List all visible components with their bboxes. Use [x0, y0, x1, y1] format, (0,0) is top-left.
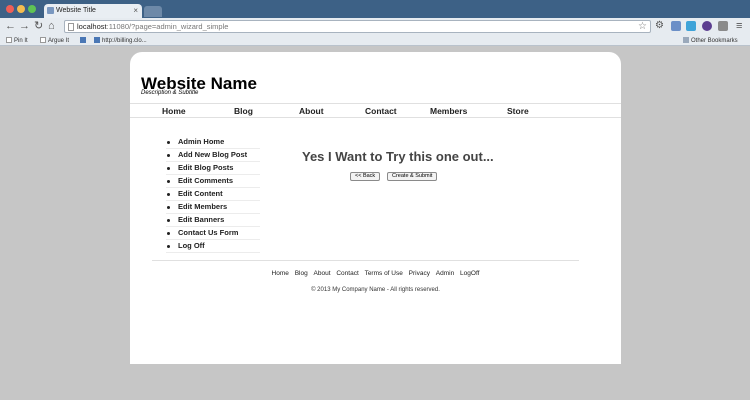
footer-link-terms[interactable]: Terms of Use — [365, 270, 403, 277]
footer-divider — [152, 260, 579, 261]
w-icon — [80, 37, 86, 43]
bullet-icon — [167, 180, 170, 183]
admin-menu-item[interactable]: Edit Members — [166, 201, 260, 214]
main-nav: Home Blog About Contact Members Store — [130, 103, 621, 118]
create-submit-button[interactable]: Create & Submit — [387, 172, 438, 181]
bullet-icon — [167, 232, 170, 235]
bookmark-item[interactable] — [80, 37, 88, 45]
footer-link-admin[interactable]: Admin — [436, 270, 454, 277]
url-path: :11080/?page=admin_wizard_simple — [106, 22, 229, 31]
folder-icon — [683, 37, 689, 43]
footer-nav: Home Blog About Contact Terms of Use Pri… — [130, 270, 621, 277]
footer-link-home[interactable]: Home — [272, 270, 289, 277]
nav-members[interactable]: Members — [430, 106, 467, 116]
page-icon — [40, 37, 46, 43]
admin-menu-item[interactable]: Edit Comments — [166, 175, 260, 188]
tab-close-icon[interactable]: × — [133, 6, 138, 15]
admin-menu-item[interactable]: Edit Content — [166, 188, 260, 201]
nav-about[interactable]: About — [299, 106, 324, 116]
admin-menu-item[interactable]: Log Off — [166, 240, 260, 253]
page-icon — [68, 23, 74, 31]
bookmark-item[interactable]: http://billing.clo... — [94, 37, 147, 45]
address-bar[interactable]: localhost:11080/?page=admin_wizard_simpl… — [64, 20, 651, 33]
tab-favicon-icon — [47, 7, 54, 14]
admin-menu-item[interactable]: Admin Home — [166, 136, 260, 149]
minimize-icon[interactable] — [17, 5, 25, 13]
other-bookmarks[interactable]: Other Bookmarks — [683, 37, 738, 45]
page-heading: Yes I Want to Try this one out... — [302, 149, 494, 164]
zoom-icon[interactable] — [28, 5, 36, 13]
bullet-icon — [167, 154, 170, 157]
menu-icon[interactable]: ≡ — [736, 20, 742, 32]
close-window-icon[interactable] — [6, 5, 14, 13]
w-icon — [94, 37, 100, 43]
back-icon[interactable]: ← — [5, 20, 16, 32]
copyright-text: © 2013 My Company Name - All rights rese… — [311, 287, 440, 293]
admin-menu-item[interactable]: Edit Blog Posts — [166, 162, 260, 175]
footer-link-privacy[interactable]: Privacy — [409, 270, 430, 277]
page-card: Website Name Description & Subtitle Home… — [130, 52, 621, 364]
browser-toolbar: ← → ↻ ⌂ localhost:11080/?page=admin_wiza… — [0, 18, 750, 35]
bullet-icon — [167, 219, 170, 222]
bookmark-item[interactable]: Argue It — [40, 37, 69, 45]
site-subtitle: Description & Subtitle — [141, 90, 199, 96]
nav-contact[interactable]: Contact — [365, 106, 397, 116]
browser-tab-bar: Website Title × — [0, 0, 750, 18]
extension-icon[interactable] — [718, 21, 728, 31]
nav-blog[interactable]: Blog — [234, 106, 253, 116]
nav-home[interactable]: Home — [162, 106, 186, 116]
bullet-icon — [167, 193, 170, 196]
forward-icon[interactable]: → — [19, 20, 30, 32]
bullet-icon — [167, 141, 170, 144]
footer-link-about[interactable]: About — [314, 270, 331, 277]
home-icon[interactable]: ⌂ — [48, 20, 55, 32]
reload-icon[interactable]: ↻ — [34, 20, 43, 32]
bookmark-star-icon[interactable]: ☆ — [638, 21, 647, 32]
admin-menu-item[interactable]: Add New Blog Post — [166, 149, 260, 162]
footer-link-blog[interactable]: Blog — [295, 270, 308, 277]
nav-store[interactable]: Store — [507, 106, 529, 116]
bullet-icon — [167, 167, 170, 170]
page-icon — [6, 37, 12, 43]
footer-link-contact[interactable]: Contact — [336, 270, 358, 277]
tab-title: Website Title — [56, 7, 96, 14]
new-tab-button[interactable] — [144, 6, 162, 17]
bookmarks-bar: Pin It Argue It http://billing.clo... Ot… — [0, 35, 750, 46]
settings-icon[interactable]: ⚙ — [655, 20, 664, 32]
extension-icon[interactable] — [702, 21, 712, 31]
bullet-icon — [167, 245, 170, 248]
footer-link-logoff[interactable]: LogOff — [460, 270, 479, 277]
admin-menu-item[interactable]: Contact Us Form — [166, 227, 260, 240]
extension-icon[interactable] — [686, 21, 696, 31]
bullet-icon — [167, 206, 170, 209]
extension-icon[interactable] — [671, 21, 681, 31]
url-host: localhost — [77, 22, 107, 31]
back-button[interactable]: << Back — [350, 172, 381, 181]
bookmark-item[interactable]: Pin It — [6, 37, 28, 45]
browser-tab[interactable]: Website Title × — [44, 4, 142, 18]
admin-menu: Admin Home Add New Blog Post Edit Blog P… — [166, 136, 260, 253]
admin-menu-item[interactable]: Edit Banners — [166, 214, 260, 227]
